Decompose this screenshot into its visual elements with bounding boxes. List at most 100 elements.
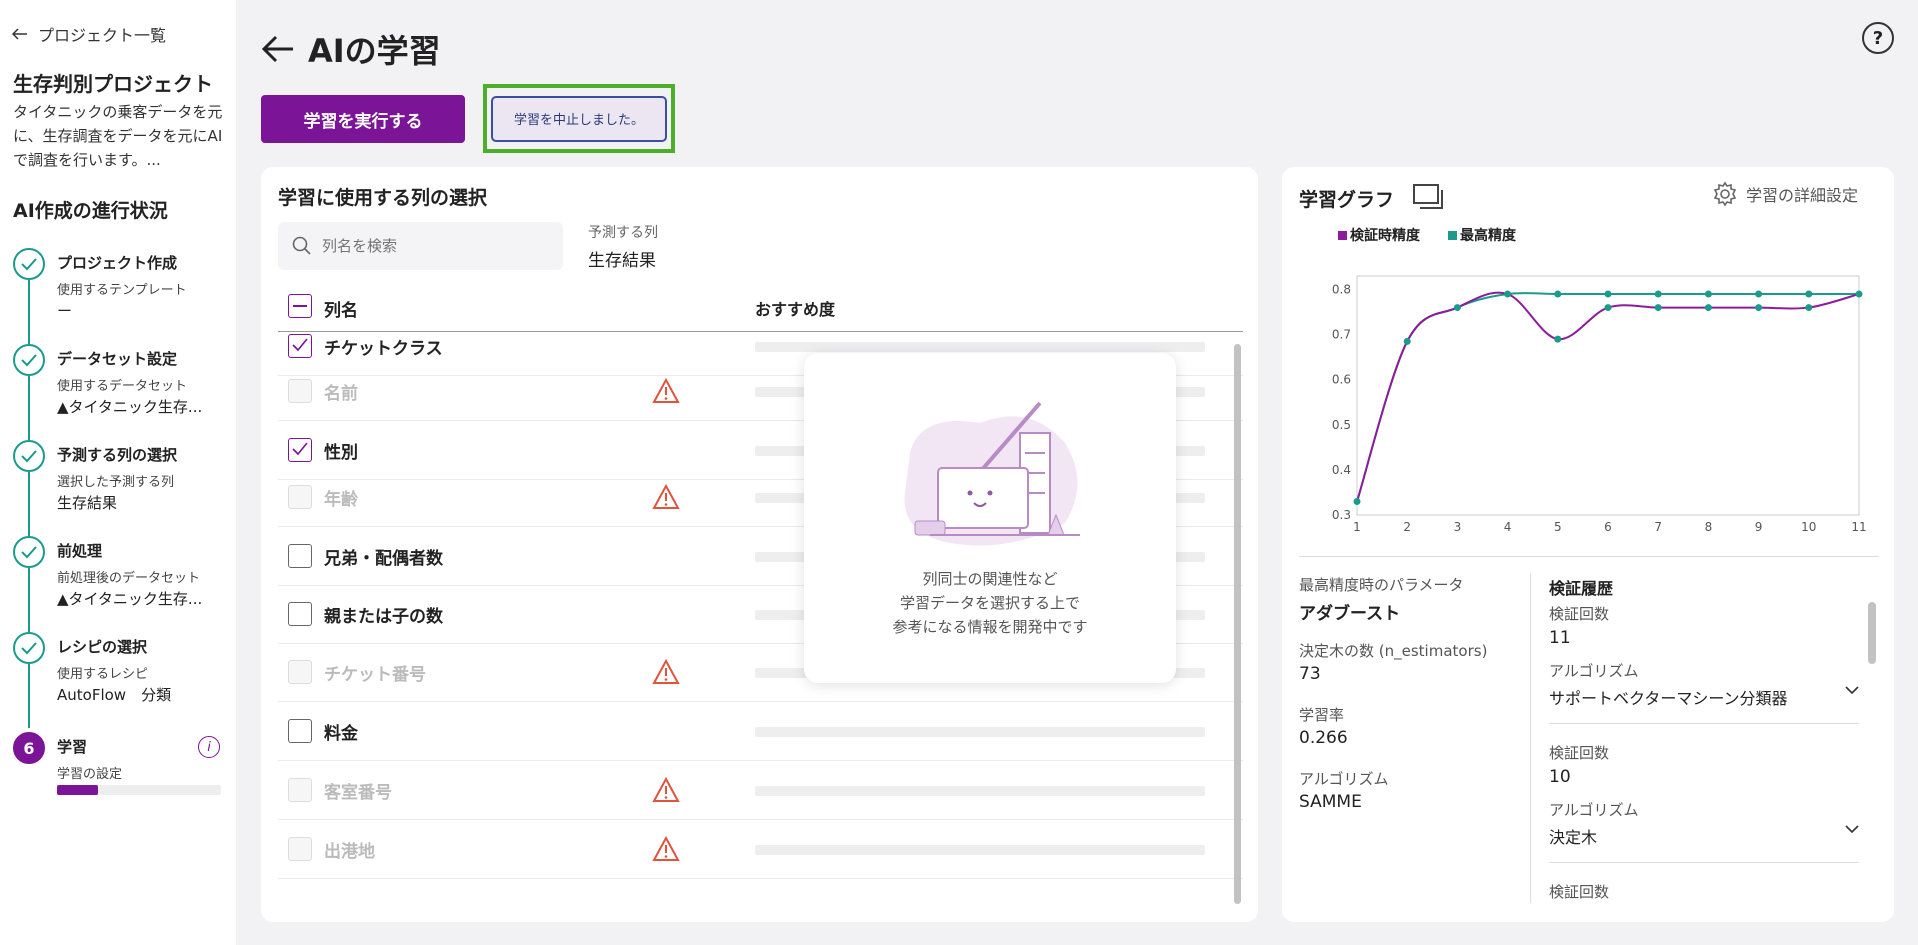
history-algo-select[interactable]: サポートベクターマシーン分類器 [1549, 685, 1859, 709]
gear-icon [1713, 181, 1737, 207]
validation-history: 検証履歴 検証回数 11 アルゴリズム サポートベクターマシーン分類器 検証回数… [1549, 575, 1869, 905]
overlay-message: 列同士の関連性など 学習データを選択する上で 参考になる情報を開発中です [804, 567, 1176, 639]
step-value: ー [57, 302, 73, 320]
arrow-left-icon[interactable] [262, 35, 294, 63]
under-construction-illustration [904, 401, 1080, 546]
best-point [1805, 290, 1813, 298]
panel-title: 学習に使用する列の選択 [278, 187, 488, 209]
history-algo: サポートベクターマシーン分類器 [1549, 689, 1788, 708]
training-detail-settings[interactable]: 学習の詳細設定 [1712, 181, 1858, 207]
warning-icon [652, 377, 680, 408]
training-progress-bar [57, 785, 221, 795]
chevron-down-icon [1845, 825, 1859, 834]
legend-swatch [1448, 231, 1457, 240]
series-line-1 [1356, 292, 1859, 502]
select-all-checkbox[interactable] [288, 294, 312, 318]
step-sub: 使用するレシピ [57, 667, 149, 682]
step-value: ▲タイタニック生存... [57, 590, 203, 608]
step-label: 学習 [57, 738, 88, 756]
back-to-projects-link[interactable]: プロジェクト一覧 [12, 22, 166, 46]
param-label: アルゴリズム [1299, 770, 1389, 788]
history-algo-label: アルゴリズム [1549, 662, 1639, 680]
table-row: 客室番号 [278, 761, 1243, 820]
step-value: AutoFlow 分類 [57, 686, 172, 704]
x-tick-label: 11 [1851, 520, 1866, 534]
x-tick-label: 10 [1801, 520, 1816, 534]
validation-point [1654, 304, 1662, 312]
param-label: 決定木の数 (n_estimators) [1299, 642, 1488, 660]
y-tick-label: 0.3 [1332, 508, 1351, 522]
stop-training-button[interactable]: 学習を中止しました。 [491, 95, 667, 142]
chevron-down-icon [1845, 686, 1859, 695]
history-scrollbar[interactable] [1868, 602, 1876, 664]
recommendation-bar [755, 845, 1205, 855]
validation-point [1554, 335, 1562, 343]
legend-label: 検証時精度 [1350, 227, 1421, 244]
warning-icon [652, 776, 680, 807]
expand-graph-icon[interactable] [1412, 183, 1446, 211]
x-tick-label: 7 [1654, 520, 1662, 534]
y-tick-label: 0.4 [1332, 463, 1351, 477]
column-checkbox [288, 485, 312, 509]
check-icon [13, 248, 45, 280]
check-icon [13, 344, 45, 376]
search-input[interactable] [322, 237, 542, 255]
history-title: 検証履歴 [1549, 579, 1614, 598]
column-name: 年齢 [324, 490, 358, 510]
best-point [1554, 290, 1562, 298]
run-training-button[interactable]: 学習を実行する [261, 95, 465, 143]
help-icon[interactable]: ? [1862, 22, 1894, 54]
column-checkbox[interactable] [288, 334, 312, 358]
best-point [1704, 290, 1712, 298]
best-point [1353, 497, 1361, 505]
history-item: 検証回数 [1549, 881, 1867, 905]
column-name: 出港地 [324, 842, 375, 862]
validation-point [1805, 304, 1813, 312]
column-checkbox[interactable] [288, 544, 312, 568]
list-scrollbar[interactable] [1233, 280, 1243, 907]
step-value: ▲タイタニック生存... [57, 398, 203, 416]
history-item: 検証回数 11 アルゴリズム サポートベクターマシーン分類器 [1549, 603, 1867, 724]
history-item: 検証回数 10 アルゴリズム 決定木 [1549, 742, 1867, 863]
validation-point [1604, 304, 1612, 312]
x-tick-label: 3 [1454, 520, 1462, 534]
project-title: 生存判別プロジェクト [13, 72, 213, 96]
step-label: 前処理 [57, 542, 103, 560]
training-graph-panel: 学習グラフ 学習の詳細設定 0.3 0.4 0.5 0.6 0.7 0.8 1 2 3 4 5 6 7 8… [1282, 167, 1894, 922]
stop-button-highlight: 学習を中止しました。 [483, 84, 675, 153]
step-sub: 使用するテンプレート [57, 283, 187, 298]
column-checkbox[interactable] [288, 602, 312, 626]
predict-column-value: 生存結果 [588, 251, 656, 271]
column-checkbox[interactable] [288, 719, 312, 743]
history-algo-select[interactable]: 決定木 [1549, 824, 1859, 848]
legend-swatch [1338, 231, 1347, 240]
info-icon[interactable]: i [198, 736, 220, 758]
project-description: タイタニックの乗客データを元に、生存調査をデータを元にAIで調査を行います。..… [13, 103, 223, 169]
arrow-left-icon [12, 28, 27, 40]
param-value: SAMME [1299, 792, 1362, 812]
column-selection-panel: 学習に使用する列の選択 予測する列 生存結果 列名 おすすめ度 チケットクラス名… [261, 167, 1258, 922]
step-sub: 使用するデータセット [57, 379, 188, 394]
column-checkbox[interactable] [288, 438, 312, 462]
column-checkbox [288, 778, 312, 802]
legend-label: 最高精度 [1460, 227, 1517, 244]
best-params-label: 最高精度時のパラメータ [1299, 576, 1464, 594]
history-algo: 決定木 [1549, 828, 1598, 847]
column-name: チケット番号 [324, 665, 426, 685]
detail-settings-label: 学習の詳細設定 [1746, 186, 1859, 205]
step-value: 生存結果 [57, 494, 118, 512]
best-point [1453, 304, 1461, 312]
warning-icon [652, 483, 680, 514]
x-tick-label: 2 [1403, 520, 1411, 534]
graph-title: 学習グラフ [1299, 189, 1395, 211]
training-chart: 0.3 0.4 0.5 0.6 0.7 0.8 1 2 3 4 5 6 7 8 9 10 11 検証時精度 最高精度 [1332, 227, 1867, 534]
param-label: 学習率 [1299, 706, 1345, 724]
param-value: 0.266 [1299, 728, 1348, 748]
column-search [278, 222, 563, 270]
progress-title: AI作成の進行状況 [13, 200, 168, 222]
y-tick-label: 0.5 [1332, 418, 1351, 432]
table-row[interactable]: 料金 [278, 702, 1243, 761]
best-point [1654, 290, 1662, 298]
history-count: 10 [1549, 767, 1571, 787]
param-value: 73 [1299, 664, 1321, 684]
